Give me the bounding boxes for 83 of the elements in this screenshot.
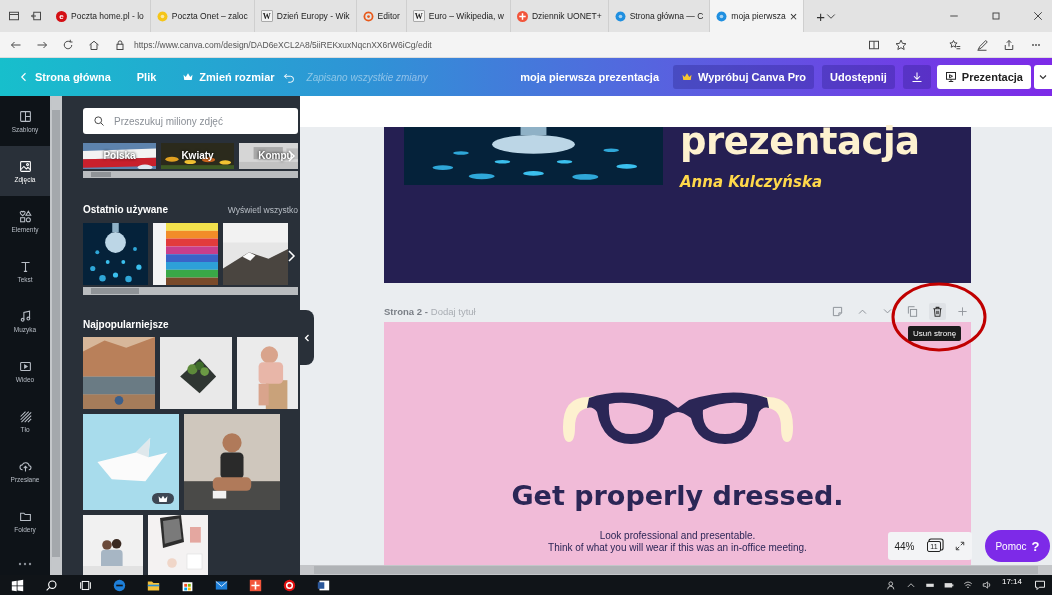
refresh-icon[interactable] [62,38,74,51]
layout-icon [18,109,32,123]
crown-icon [158,495,168,502]
trash-icon [932,305,943,317]
screen-icon [944,71,957,83]
shapes-icon [18,209,32,223]
slide[interactable]: prezentacja Anna Kulczyńska [384,127,971,283]
chevron-up-icon[interactable] [905,580,916,590]
windows-icon[interactable] [10,578,24,592]
tabs-icon[interactable] [8,10,20,22]
note-icon [832,305,843,317]
scrollbar[interactable] [50,96,62,575]
browser-tab[interactable]: moja pierwsza × [710,0,805,32]
folder-icon[interactable] [146,578,160,592]
save-status: Zapisano wszystkie zmiany [306,71,428,83]
mail-icon[interactable] [214,578,228,592]
section-heading: Najpopularniejsze [83,319,169,330]
upload-icon [18,459,32,473]
dropdown-button[interactable] [1034,65,1052,89]
zoom-level[interactable]: 44% [894,540,915,552]
share-button[interactable]: Udostępnij [822,65,895,89]
lock-icon [114,38,126,51]
favicon-icon: e [56,10,67,22]
present-button[interactable]: Prezentacja [936,65,1031,89]
search-field[interactable]: Przeszukuj miliony zdjęć [83,108,298,134]
text-icon [18,259,32,273]
download-icon [910,71,923,83]
crown-icon [681,71,693,83]
slide-subtitle: Anna Kulczyńska [680,173,824,191]
battery-icon[interactable] [943,580,954,590]
plus-icon [957,305,968,317]
scrollbar[interactable] [83,287,298,295]
pattern-icon [18,409,32,423]
image-icon [18,159,32,173]
share-icon[interactable] [1003,38,1015,51]
section-heading: Ostatnio używane [83,204,168,216]
slide-text: Look professional and presentable. Think of what you will wear if this was an in-office meeting. [548,530,807,554]
home-icon[interactable] [88,38,100,51]
new-tab-button[interactable]: + [816,7,825,25]
notification-icon[interactable] [1034,579,1046,591]
more-icon[interactable] [18,562,32,566]
search-icon [93,115,105,127]
reading-view-icon[interactable] [868,38,880,51]
scrollbar[interactable] [83,170,298,179]
category-tile[interactable]: Polska [83,143,156,169]
download-button[interactable] [902,65,931,89]
document-app-icon[interactable] [316,578,330,592]
collapse-handle[interactable] [300,310,314,365]
task-view-icon[interactable] [78,578,92,592]
page-label: Strona 2 - [384,305,428,317]
try-pro-button[interactable]: Wypróbuj Canva Pro [673,65,814,89]
pen-icon[interactable] [976,38,988,51]
tab-back-icon[interactable] [30,10,42,22]
favicon-icon: W [412,10,425,22]
copy-icon [907,305,918,317]
wifi-icon[interactable] [962,580,973,590]
video-icon [18,359,32,373]
star-icon[interactable] [895,38,907,51]
favicon-icon: W [260,10,273,22]
volume-icon[interactable] [981,580,992,590]
url-field[interactable]: https://www.canva.com/design/DAD6eXCL2A8/5iiREKxuxNqcnXX6rW6iCg/edit [134,39,432,50]
delete-button[interactable] [929,302,946,320]
maximize-icon[interactable] [990,10,1002,22]
scrollbar[interactable] [300,565,1052,575]
clock: 17:14 [1001,576,1022,586]
music-icon [18,309,32,323]
design-title[interactable]: moja pierwsza prezentacja [520,71,659,83]
close-icon[interactable] [1032,10,1044,22]
people-icon[interactable] [886,580,897,590]
close-icon[interactable]: × [789,8,798,24]
slide-heading: Get properly dressed. [511,480,844,511]
crown-icon [182,71,195,83]
view-all-link[interactable]: Wyświetl wszystko [227,205,298,216]
help-button[interactable]: Pomoc ? [985,530,1050,562]
tooltip: Usuń stronę [908,326,962,341]
search-icon[interactable] [44,578,58,592]
chevron-left-icon [303,333,311,342]
expand-icon[interactable] [953,540,966,552]
browser-icon[interactable] [282,578,296,592]
category-tile[interactable]: Kwiaty [161,143,234,169]
app-icon[interactable] [248,578,262,592]
favorites-icon[interactable] [949,38,961,51]
chevron-right-icon[interactable] [286,249,296,264]
